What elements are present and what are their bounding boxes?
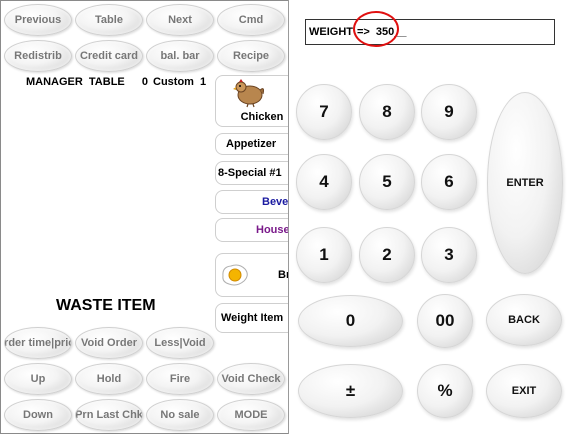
percent-key[interactable]: %	[417, 364, 473, 418]
key-8[interactable]: 8	[359, 84, 415, 140]
chicken-label: Chicken	[240, 111, 284, 123]
plus-minus-key[interactable]: ±	[298, 364, 403, 418]
back-key[interactable]: BACK	[486, 294, 562, 346]
chicken-category-button[interactable]: Chicken	[215, 75, 295, 127]
table-button[interactable]: Table	[75, 4, 143, 36]
void-check-button[interactable]: Void Check	[217, 363, 285, 395]
fried-egg-icon	[222, 264, 248, 286]
breakfast-category-button[interactable]: Br	[215, 253, 295, 297]
no-sale-button[interactable]: No sale	[146, 399, 214, 431]
bal-bar-button[interactable]: bal. bar	[146, 40, 214, 72]
key-2[interactable]: 2	[359, 227, 415, 283]
previous-button[interactable]: Previous	[4, 4, 72, 36]
beverage-category-button[interactable]: Beve	[215, 190, 295, 214]
cmd-button[interactable]: Cmd	[217, 4, 285, 36]
mode-button[interactable]: MODE	[217, 399, 285, 431]
table-label: TABLE	[88, 76, 125, 88]
mode-label: MANAGER	[26, 76, 83, 88]
next-button[interactable]: Next	[146, 4, 214, 36]
key-4[interactable]: 4	[296, 154, 352, 210]
exit-key[interactable]: EXIT	[486, 364, 562, 418]
count-label: 1	[200, 76, 207, 88]
fire-button[interactable]: Fire	[146, 363, 214, 395]
key-3[interactable]: 3	[421, 227, 477, 283]
key-0[interactable]: 0	[298, 295, 403, 347]
highlight-circle	[353, 11, 399, 47]
seq-label: 0	[141, 76, 148, 88]
enter-key[interactable]: ENTER	[487, 92, 563, 274]
house-category-button[interactable]: House	[215, 218, 295, 242]
weight-display: WEIGHT => 350__	[305, 19, 555, 45]
recipe-button[interactable]: Recipe	[217, 40, 285, 72]
key-7[interactable]: 7	[296, 84, 352, 140]
redistrib-button[interactable]: Redistrib	[4, 40, 72, 72]
key-6[interactable]: 6	[421, 154, 477, 210]
appetizer-category-button[interactable]: Appetizer	[215, 133, 295, 155]
key-9[interactable]: 9	[421, 84, 477, 140]
void-order-button[interactable]: Void Order	[75, 327, 143, 359]
waste-item-title: WASTE ITEM	[56, 297, 156, 314]
key-00[interactable]: 00	[417, 294, 473, 348]
special-category-button[interactable]: 8-Special #1	[215, 161, 295, 185]
hold-button[interactable]: Hold	[75, 363, 143, 395]
chicken-icon	[233, 79, 265, 108]
less-void-button[interactable]: Less|Void	[146, 327, 214, 359]
key-5[interactable]: 5	[359, 154, 415, 210]
prn-last-chk-button[interactable]: Prn Last Chk	[75, 399, 143, 431]
down-button[interactable]: Down	[4, 399, 72, 431]
weight-item-category-button[interactable]: Weight Item	[215, 303, 295, 333]
up-button[interactable]: Up	[4, 363, 72, 395]
weight-label: WEIGHT	[309, 26, 353, 38]
key-1[interactable]: 1	[296, 227, 352, 283]
order-time-price-button[interactable]: Order time|price	[4, 327, 72, 359]
custom-label: Custom	[153, 76, 194, 88]
status-line: MANAGER TABLE 0 Custom 1	[26, 76, 206, 88]
credit-card-button[interactable]: Credit card	[75, 40, 143, 72]
